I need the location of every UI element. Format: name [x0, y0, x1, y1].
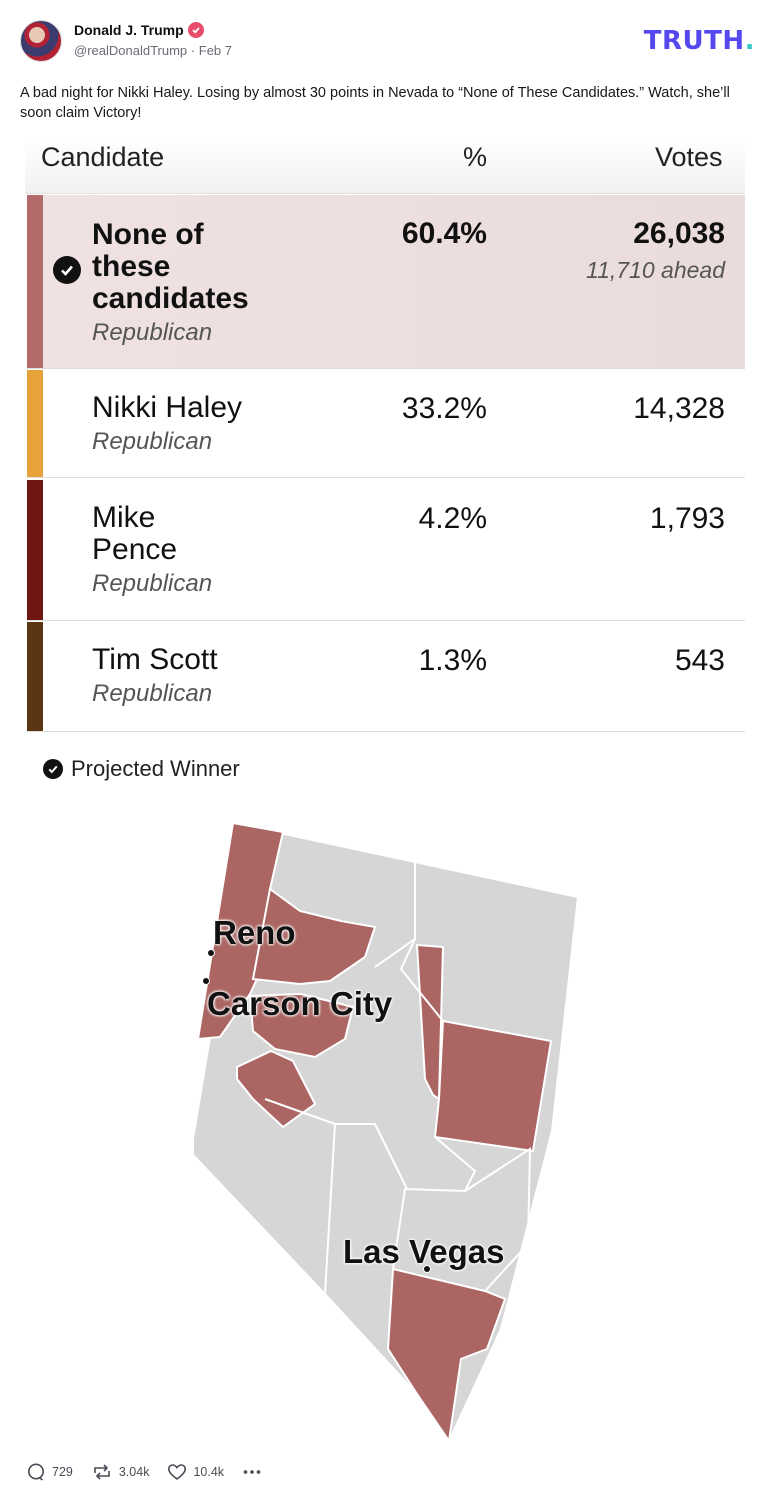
candidate-percent: 33.2% — [401, 392, 487, 425]
candidate-votes: 26,038 — [633, 217, 725, 250]
more-options-button[interactable] — [242, 1462, 262, 1482]
candidate-votes: 543 — [674, 644, 725, 677]
check-circle-icon — [53, 256, 81, 284]
meta-separator: · — [190, 43, 196, 58]
candidate-name: Nikki Haley — [92, 391, 243, 424]
candidate-party: Republican — [92, 428, 213, 455]
candidate-name-line: Pence — [92, 533, 178, 566]
post-actions: 729 3.04k 10.4k — [26, 1462, 262, 1482]
header-votes: Votes — [655, 142, 723, 172]
candidate-percent: 1.3% — [418, 644, 487, 677]
city-label-carson-city: Carson City — [207, 985, 393, 1022]
candidate-name-line: None of — [92, 218, 204, 251]
candidate-color-bar — [27, 622, 43, 731]
brand-dot: . — [744, 26, 755, 56]
carson-city-marker — [202, 977, 210, 985]
candidate-name-line: these — [92, 250, 171, 283]
post-media-image[interactable]: Candidate % Votes None of these candidat… — [25, 139, 756, 1439]
post-date[interactable]: Feb 7 — [199, 43, 232, 58]
results-row: Tim Scott Republican 1.3% 543 — [27, 622, 745, 732]
more-icon — [243, 1470, 261, 1474]
results-row: Nikki Haley Republican 33.2% 14,328 — [27, 370, 745, 478]
retruth-icon — [94, 1464, 110, 1480]
candidate-votes: 1,793 — [649, 502, 725, 535]
county-white-pine — [433, 1019, 553, 1153]
candidate-percent: 60.4% — [401, 217, 487, 250]
legend-projected-winner: Projected Winner — [43, 756, 240, 782]
candidate-party: Republican — [92, 570, 213, 597]
retruth-button[interactable]: 3.04k — [91, 1462, 150, 1482]
results-row-winner: None of these candidates Republican 60.4… — [27, 195, 745, 369]
verified-badge-icon — [187, 22, 204, 38]
candidate-color-bar — [27, 480, 43, 620]
candidate-party: Republican — [92, 680, 213, 707]
truth-logo[interactable]: TRUTH. — [644, 26, 755, 56]
author-block: Donald J. Trump @realDonaldTrump · Feb 7 — [74, 22, 232, 58]
check-circle-icon — [43, 759, 63, 779]
header-candidate: Candidate — [41, 142, 165, 172]
post-meta: @realDonaldTrump · Feb 7 — [74, 43, 232, 58]
retruth-count: 3.04k — [118, 1465, 150, 1479]
candidate-name: Tim Scott — [92, 643, 218, 676]
candidate-party: Republican — [92, 319, 213, 346]
results-row: Mike Pence Republican 4.2% 1,793 — [27, 480, 745, 621]
candidate-name: Mike Pence — [92, 502, 177, 566]
city-label-las-vegas: Las Vegas — [343, 1233, 505, 1270]
results-table-header: Candidate % Votes — [25, 139, 745, 194]
post-text: A bad night for Nikki Haley. Losing by a… — [20, 85, 730, 121]
heart-icon — [168, 1464, 187, 1481]
candidate-name: None of these candidates — [92, 219, 249, 315]
candidate-votes: 14,328 — [633, 392, 725, 425]
header-percent: % — [463, 142, 488, 172]
reply-icon — [28, 1463, 44, 1481]
votes-ahead: 11,710 ahead — [586, 257, 725, 283]
like-count: 10.4k — [193, 1465, 225, 1479]
candidate-color-bar — [27, 195, 43, 368]
candidate-percent: 4.2% — [418, 502, 487, 535]
reply-count: 729 — [52, 1465, 73, 1479]
candidate-name-line: Mike — [92, 501, 156, 534]
reply-button[interactable]: 729 — [26, 1462, 73, 1482]
candidate-name-line: candidates — [92, 282, 249, 315]
post-header: Donald J. Trump @realDonaldTrump · Feb 7… — [20, 20, 757, 66]
city-label-reno: Reno — [213, 914, 296, 951]
handle[interactable]: @realDonaldTrump — [74, 43, 187, 58]
candidate-color-bar — [27, 370, 43, 477]
legend-label: Projected Winner — [71, 756, 240, 781]
avatar[interactable] — [20, 20, 62, 62]
display-name[interactable]: Donald J. Trump — [74, 22, 184, 38]
nevada-county-map: Reno Carson City Las Vegas — [25, 799, 756, 1439]
like-button[interactable]: 10.4k — [167, 1462, 224, 1482]
brand-text: TRUTH — [643, 26, 745, 56]
